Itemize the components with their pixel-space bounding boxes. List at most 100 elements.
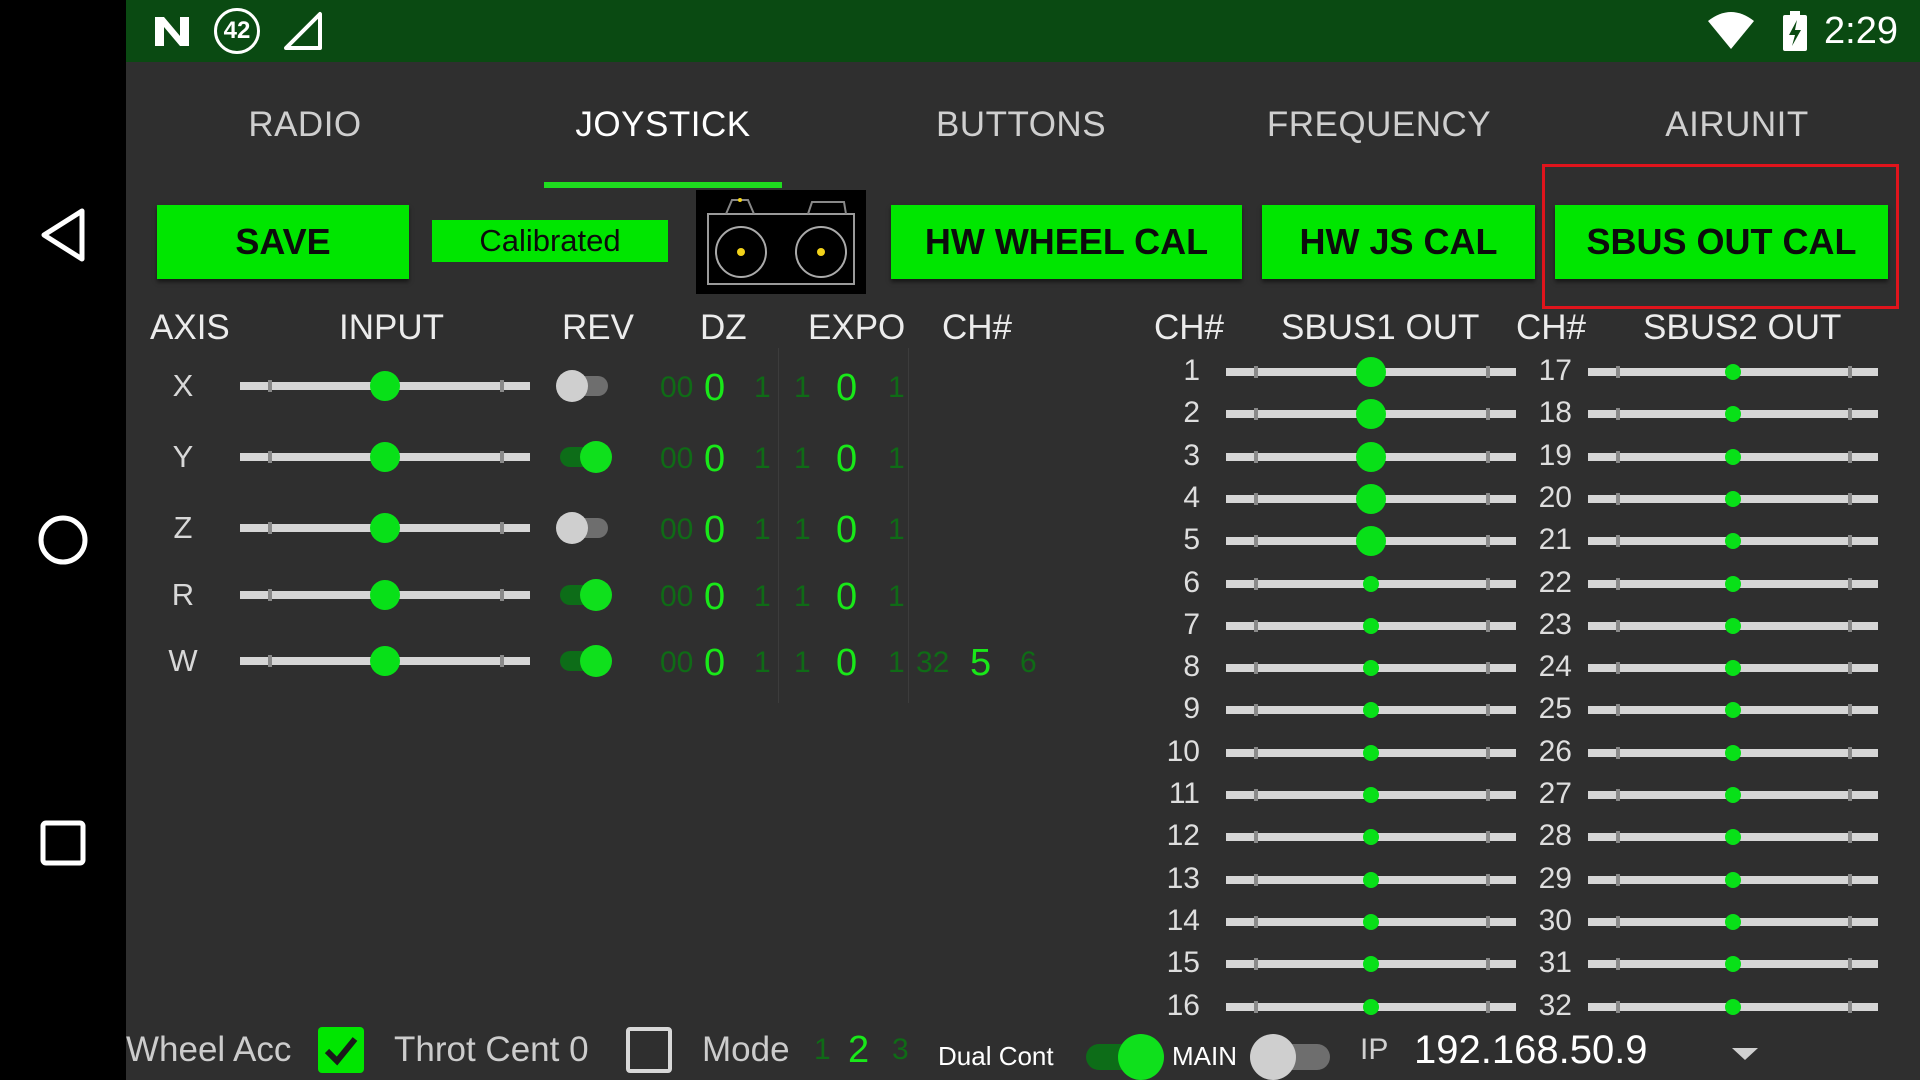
slider-thumb[interactable]: [1725, 998, 1741, 1015]
sbus2-slider-ch26[interactable]: [1588, 733, 1878, 773]
wheel-acc-checkbox[interactable]: [318, 1027, 364, 1073]
rev-toggle-x[interactable]: [556, 366, 612, 406]
sbus1-slider-ch12[interactable]: [1226, 817, 1516, 857]
input-slider-r[interactable]: [240, 575, 530, 615]
ch-picker-r[interactable]: [916, 567, 1042, 627]
sbus2-slider-ch18[interactable]: [1588, 394, 1878, 434]
slider-thumb[interactable]: [1725, 490, 1741, 507]
sbus1-slider-ch13[interactable]: [1226, 860, 1516, 900]
sbus2-slider-ch24[interactable]: [1588, 648, 1878, 688]
slider-thumb[interactable]: [1363, 829, 1379, 846]
slider-thumb[interactable]: [1363, 871, 1379, 888]
sbus2-slider-ch25[interactable]: [1588, 690, 1878, 730]
input-slider-z[interactable]: [240, 508, 530, 548]
back-button[interactable]: [30, 202, 96, 268]
slider-thumb[interactable]: [1356, 441, 1386, 472]
expo-picker-r[interactable]: 101: [790, 557, 910, 637]
rev-toggle-z[interactable]: [556, 508, 612, 548]
sbus2-slider-ch21[interactable]: [1588, 521, 1878, 561]
slider-thumb[interactable]: [1363, 787, 1379, 803]
sbus1-slider-ch15[interactable]: [1226, 944, 1516, 984]
slider-thumb[interactable]: [1363, 956, 1379, 973]
dz-picker-r[interactable]: 00 0 1: [656, 557, 779, 637]
slider-thumb[interactable]: [370, 513, 400, 543]
ip-dropdown[interactable]: [1730, 1046, 1760, 1067]
slider-thumb[interactable]: [370, 371, 400, 401]
slider-thumb[interactable]: [370, 580, 400, 610]
dz-picker-w[interactable]: 00 0 1: [656, 623, 779, 703]
slider-thumb[interactable]: [1725, 617, 1741, 634]
expo-picker-w[interactable]: 101: [790, 623, 910, 703]
slider-thumb[interactable]: [1725, 364, 1741, 380]
sbus1-slider-ch2[interactable]: [1226, 394, 1516, 434]
slider-thumb[interactable]: [1725, 660, 1741, 677]
sbus2-slider-ch27[interactable]: [1588, 775, 1878, 815]
slider-thumb[interactable]: [1725, 956, 1741, 973]
slider-thumb[interactable]: [1363, 575, 1379, 592]
slider-thumb[interactable]: [1363, 744, 1379, 761]
slider-thumb[interactable]: [1356, 483, 1386, 514]
tab-joystick[interactable]: JOYSTICK: [484, 62, 842, 188]
slider-thumb[interactable]: [1725, 533, 1741, 550]
slider-thumb[interactable]: [1725, 406, 1741, 423]
input-slider-y[interactable]: [240, 437, 530, 477]
slider-thumb[interactable]: [1356, 399, 1386, 430]
sbus2-slider-ch31[interactable]: [1588, 944, 1878, 984]
sbus1-slider-ch3[interactable]: [1226, 437, 1516, 477]
dz-picker-z[interactable]: 00 0 1: [656, 490, 779, 570]
ip-value[interactable]: 192.168.50.9: [1414, 1020, 1648, 1080]
slider-thumb[interactable]: [1356, 526, 1386, 557]
mode-picker[interactable]: 1 2 3: [814, 1020, 909, 1080]
slider-thumb[interactable]: [1725, 744, 1741, 761]
throt-cent-checkbox[interactable]: [626, 1027, 672, 1073]
rev-toggle-r[interactable]: [556, 575, 612, 615]
slider-thumb[interactable]: [1725, 871, 1741, 888]
slider-thumb[interactable]: [1725, 787, 1741, 803]
sbus1-slider-ch8[interactable]: [1226, 648, 1516, 688]
ch-picker-z[interactable]: [916, 500, 1042, 560]
sbus2-slider-ch29[interactable]: [1588, 860, 1878, 900]
main-toggle[interactable]: [1250, 1032, 1334, 1080]
sbus1-slider-ch14[interactable]: [1226, 902, 1516, 942]
sbus2-slider-ch17[interactable]: [1588, 352, 1878, 392]
expo-picker-z[interactable]: 101: [790, 490, 910, 570]
sbus1-slider-ch6[interactable]: [1226, 564, 1516, 604]
sbus2-slider-ch22[interactable]: [1588, 564, 1878, 604]
sbus2-slider-ch30[interactable]: [1588, 902, 1878, 942]
sbus2-slider-ch28[interactable]: [1588, 817, 1878, 857]
slider-thumb[interactable]: [1356, 357, 1386, 387]
tab-frequency[interactable]: FREQUENCY: [1200, 62, 1558, 188]
sbus1-slider-ch7[interactable]: [1226, 606, 1516, 646]
hw-js-cal-button[interactable]: HW JS CAL: [1262, 205, 1535, 279]
hw-wheel-cal-button[interactable]: HW WHEEL CAL: [891, 205, 1242, 279]
slider-thumb[interactable]: [1363, 998, 1379, 1015]
save-button[interactable]: SAVE: [157, 205, 409, 279]
slider-thumb[interactable]: [370, 442, 400, 472]
sbus2-slider-ch19[interactable]: [1588, 437, 1878, 477]
slider-thumb[interactable]: [370, 646, 400, 676]
sbus2-slider-ch23[interactable]: [1588, 606, 1878, 646]
slider-thumb[interactable]: [1725, 913, 1741, 930]
slider-thumb[interactable]: [1725, 448, 1741, 465]
recents-button[interactable]: [30, 810, 96, 876]
expo-picker-x[interactable]: 101: [790, 348, 910, 428]
slider-thumb[interactable]: [1363, 660, 1379, 677]
ch-picker-x[interactable]: [916, 358, 1042, 418]
sbus1-slider-ch4[interactable]: [1226, 479, 1516, 519]
sbus1-slider-ch11[interactable]: [1226, 775, 1516, 815]
slider-thumb[interactable]: [1725, 829, 1741, 846]
slider-thumb[interactable]: [1363, 913, 1379, 930]
tab-buttons[interactable]: BUTTONS: [842, 62, 1200, 188]
slider-thumb[interactable]: [1725, 575, 1741, 592]
input-slider-x[interactable]: [240, 366, 530, 406]
slider-thumb[interactable]: [1725, 702, 1741, 719]
rev-toggle-w[interactable]: [556, 641, 612, 681]
dz-picker-x[interactable]: 00 0 1: [656, 348, 779, 428]
sbus1-slider-ch10[interactable]: [1226, 733, 1516, 773]
sbus2-slider-ch20[interactable]: [1588, 479, 1878, 519]
expo-picker-y[interactable]: 101: [790, 419, 910, 499]
slider-thumb[interactable]: [1363, 702, 1379, 719]
dz-picker-y[interactable]: 00 0 1: [656, 419, 779, 499]
input-slider-w[interactable]: [240, 641, 530, 681]
rev-toggle-y[interactable]: [556, 437, 612, 477]
